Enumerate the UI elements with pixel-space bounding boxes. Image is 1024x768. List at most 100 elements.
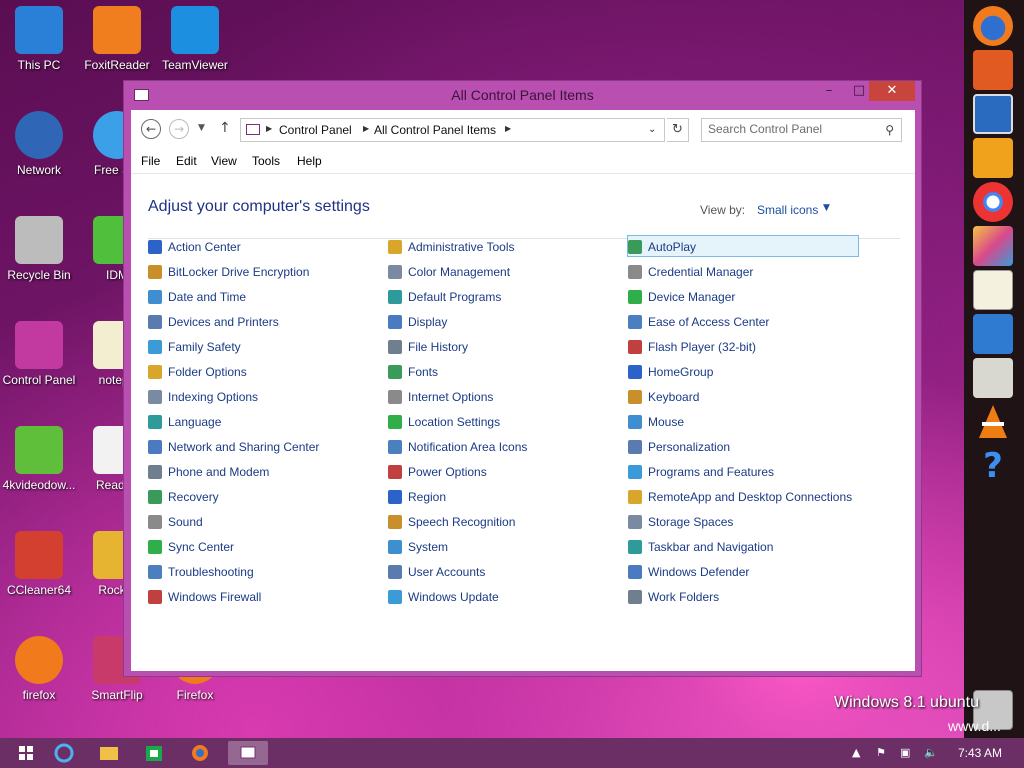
- menu-tools[interactable]: Tools: [252, 154, 280, 168]
- cp-item-folder-options[interactable]: Folder Options: [148, 361, 380, 383]
- chrome-icon[interactable]: [973, 182, 1013, 222]
- cp-item-action-center[interactable]: Action Center: [148, 236, 380, 258]
- recent-locations-dropdown[interactable]: ▼: [198, 123, 205, 133]
- calculator-icon[interactable]: [973, 358, 1013, 398]
- cp-item-user-accounts[interactable]: User Accounts: [388, 561, 620, 583]
- cp-item-windows-firewall[interactable]: Windows Firewall: [148, 586, 380, 608]
- minimize-button[interactable]: –: [814, 81, 844, 101]
- desktop-icon[interactable]: 4kvideodow...: [0, 420, 78, 510]
- cp-item-file-history[interactable]: File History: [388, 336, 620, 358]
- cp-item-sound[interactable]: Sound: [148, 511, 380, 533]
- cp-item-date-and-time[interactable]: Date and Time: [148, 286, 380, 308]
- refresh-button[interactable]: ↻: [667, 118, 689, 142]
- office-icon[interactable]: [973, 314, 1013, 354]
- title-bar[interactable]: All Control Panel Items – □ ✕: [124, 81, 921, 109]
- breadcrumb-control-panel[interactable]: Control Panel: [279, 123, 352, 137]
- cp-item-location-settings[interactable]: Location Settings: [388, 411, 620, 433]
- firefox-icon[interactable]: [973, 6, 1013, 46]
- cp-item-ease-of-access-center[interactable]: Ease of Access Center: [628, 311, 860, 333]
- cp-item-network-and-sharing-center[interactable]: Network and Sharing Center: [148, 436, 380, 458]
- forward-button[interactable]: →: [169, 119, 189, 139]
- file-explorer-icon[interactable]: [91, 741, 127, 765]
- internet-explorer-icon[interactable]: [46, 741, 82, 765]
- up-button[interactable]: ↑: [219, 120, 231, 136]
- search-icon[interactable]: ⚲: [885, 123, 894, 137]
- cp-item-storage-spaces[interactable]: Storage Spaces: [628, 511, 860, 533]
- cp-item-recovery[interactable]: Recovery: [148, 486, 380, 508]
- cp-item-troubleshooting[interactable]: Troubleshooting: [148, 561, 380, 583]
- vlc-icon[interactable]: [973, 402, 1013, 442]
- address-chevron-icon[interactable]: ▶: [363, 124, 369, 133]
- cp-item-windows-update[interactable]: Windows Update: [388, 586, 620, 608]
- help-icon[interactable]: ?: [973, 446, 1013, 486]
- cp-item-color-management[interactable]: Color Management: [388, 261, 620, 283]
- address-dropdown-icon[interactable]: ⌄: [648, 124, 656, 135]
- desktop-icon[interactable]: Network: [0, 105, 78, 195]
- close-button[interactable]: ✕: [869, 81, 915, 101]
- cp-item-speech-recognition[interactable]: Speech Recognition: [388, 511, 620, 533]
- show-hidden-icons-icon[interactable]: ▲: [852, 746, 860, 759]
- cp-item-display[interactable]: Display: [388, 311, 620, 333]
- store-icon[interactable]: [136, 741, 172, 765]
- desktop-icon[interactable]: FoxitReader: [78, 0, 156, 90]
- back-button[interactable]: ←: [141, 119, 161, 139]
- desktop-icon[interactable]: Control Panel: [0, 315, 78, 405]
- view-by-dropdown[interactable]: Small icons: [757, 203, 818, 217]
- volume-muted-icon[interactable]: 🔈: [924, 746, 938, 759]
- cp-item-indexing-options[interactable]: Indexing Options: [148, 386, 380, 408]
- address-bar[interactable]: ▶ Control Panel ▶ All Control Panel Item…: [240, 118, 665, 142]
- cp-item-administrative-tools[interactable]: Administrative Tools: [388, 236, 620, 258]
- cp-item-personalization[interactable]: Personalization: [628, 436, 860, 458]
- menu-help[interactable]: Help: [297, 154, 322, 168]
- desktop-icon[interactable]: TeamViewer: [156, 0, 234, 90]
- cp-item-default-programs[interactable]: Default Programs: [388, 286, 620, 308]
- ubuntu-icon[interactable]: [973, 50, 1013, 90]
- desktop-icon[interactable]: firefox: [0, 630, 78, 720]
- cp-item-mouse[interactable]: Mouse: [628, 411, 860, 433]
- cp-item-sync-center[interactable]: Sync Center: [148, 536, 380, 558]
- menu-edit[interactable]: Edit: [176, 154, 197, 168]
- cp-item-keyboard[interactable]: Keyboard: [628, 386, 860, 408]
- cp-item-family-safety[interactable]: Family Safety: [148, 336, 380, 358]
- chevron-down-icon[interactable]: ▼: [823, 203, 830, 213]
- cp-item-programs-and-features[interactable]: Programs and Features: [628, 461, 860, 483]
- desktop-icon[interactable]: Recycle Bin: [0, 210, 78, 300]
- search-box[interactable]: ⚲: [701, 118, 902, 142]
- network-icon[interactable]: ▣: [900, 746, 910, 759]
- breadcrumb-all-items[interactable]: All Control Panel Items: [374, 123, 496, 137]
- cp-item-language[interactable]: Language: [148, 411, 380, 433]
- control-panel-taskbar-button[interactable]: [228, 741, 268, 765]
- desktop-icon-label: This PC: [17, 58, 61, 72]
- cp-item-flash-player-32-bit[interactable]: Flash Player (32-bit): [628, 336, 860, 358]
- cp-item-internet-options[interactable]: Internet Options: [388, 386, 620, 408]
- cp-item-homegroup[interactable]: HomeGroup: [628, 361, 860, 383]
- menu-file[interactable]: File: [141, 154, 160, 168]
- cp-item-system[interactable]: System: [388, 536, 620, 558]
- desktop-icon[interactable]: This PC: [0, 0, 78, 90]
- start-button[interactable]: [8, 741, 44, 765]
- firefox-icon[interactable]: [182, 741, 218, 765]
- desktop-icon[interactable]: CCleaner64: [0, 525, 78, 615]
- cp-item-autoplay[interactable]: AutoPlay: [627, 235, 859, 257]
- people-icon[interactable]: [973, 138, 1013, 178]
- cp-item-notification-area-icons[interactable]: Notification Area Icons: [388, 436, 620, 458]
- clock[interactable]: 7:43 AM: [958, 746, 1002, 760]
- action-center-flag-icon[interactable]: ⚑: [876, 746, 886, 759]
- cp-item-power-options[interactable]: Power Options: [388, 461, 620, 483]
- cp-item-windows-defender[interactable]: Windows Defender: [628, 561, 860, 583]
- notepad-icon[interactable]: [973, 270, 1013, 310]
- cp-item-phone-and-modem[interactable]: Phone and Modem: [148, 461, 380, 483]
- cp-item-devices-and-printers[interactable]: Devices and Printers: [148, 311, 380, 333]
- search-input[interactable]: [708, 122, 878, 136]
- address-chevron-icon[interactable]: ▶: [505, 124, 511, 133]
- cp-item-bitlocker-drive-encryption[interactable]: BitLocker Drive Encryption: [148, 261, 380, 283]
- address-chevron-icon[interactable]: ▶: [266, 124, 272, 133]
- paint-icon[interactable]: [973, 226, 1013, 266]
- screenshot-tool-icon[interactable]: [973, 94, 1013, 134]
- cp-item-fonts[interactable]: Fonts: [388, 361, 620, 383]
- cp-item-taskbar-and-navigation[interactable]: Taskbar and Navigation: [628, 536, 860, 558]
- cp-item-work-folders[interactable]: Work Folders: [628, 586, 860, 608]
- cp-item-region[interactable]: Region: [388, 486, 620, 508]
- cp-item-remoteapp-and-desktop-connections[interactable]: RemoteApp and Desktop Connections: [628, 486, 860, 508]
- menu-view[interactable]: View: [211, 154, 237, 168]
